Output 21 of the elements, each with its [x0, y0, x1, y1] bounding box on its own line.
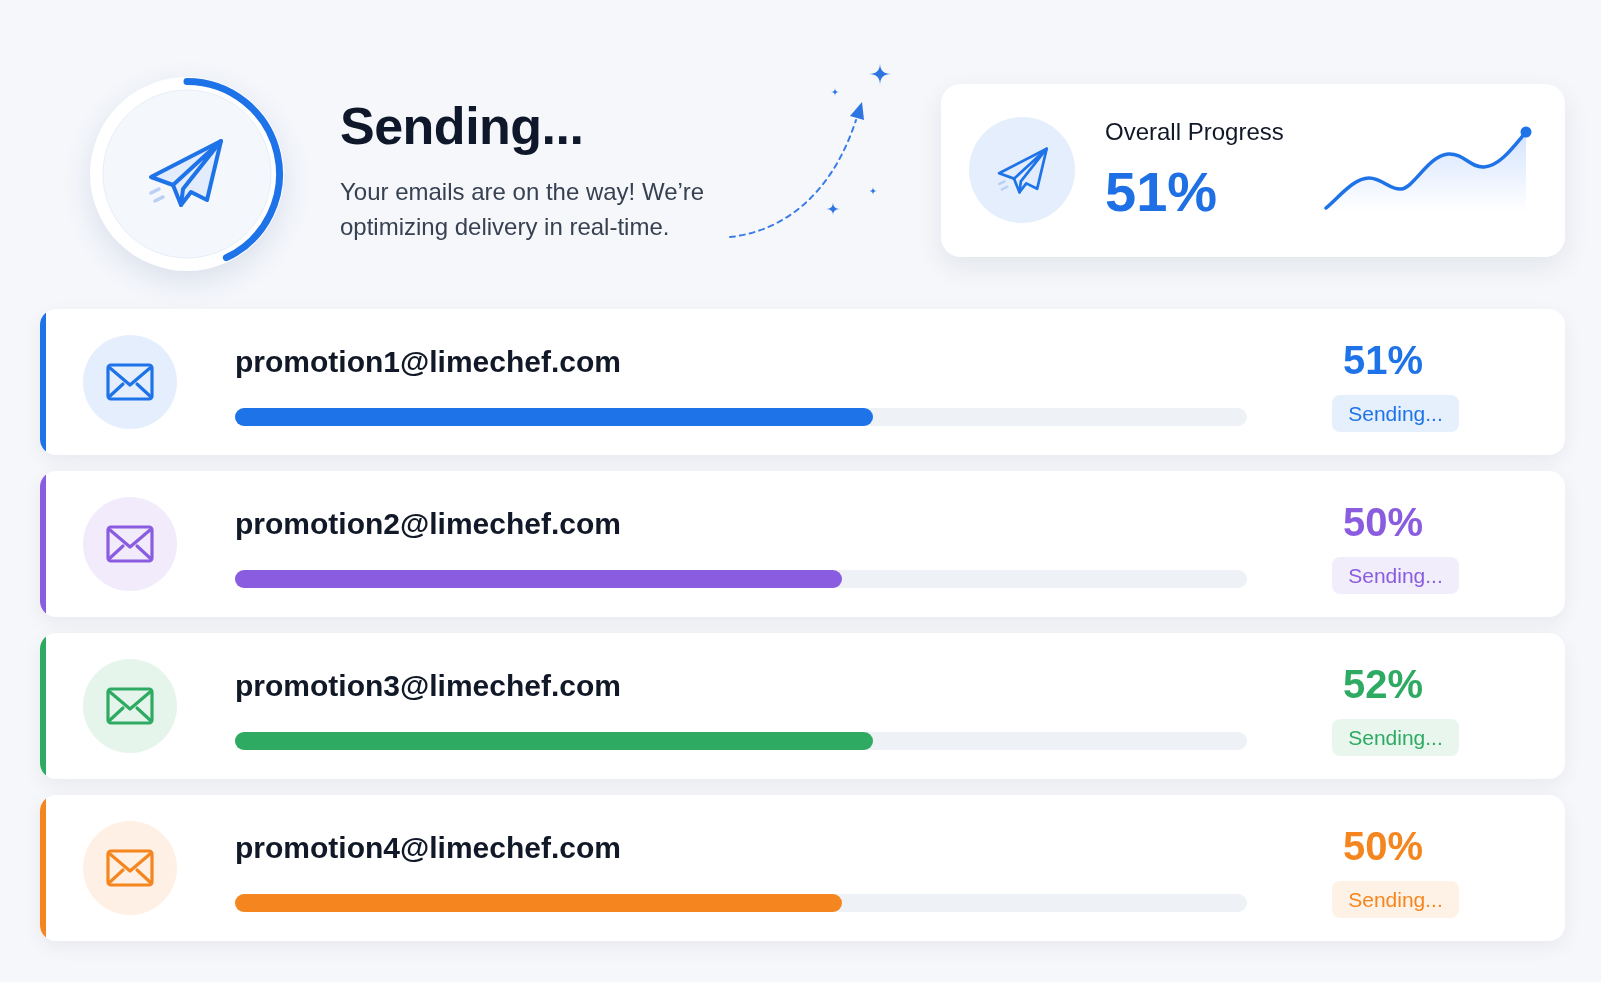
status-badge: Sending...: [1332, 719, 1459, 756]
envelope-icon: [83, 335, 177, 429]
progress-percent: 51%: [1342, 337, 1424, 383]
paper-plane-icon: [969, 117, 1075, 223]
email-address: promotion4@limechef.com: [235, 830, 622, 866]
email-address: promotion2@limechef.com: [235, 506, 622, 542]
progress-percent: 50%: [1342, 823, 1424, 869]
progress-percent: 52%: [1342, 661, 1424, 707]
progress-percent: 50%: [1342, 499, 1424, 545]
email-address: promotion3@limechef.com: [235, 668, 622, 704]
status-badge: Sending...: [1332, 557, 1459, 594]
envelope-icon: [83, 497, 177, 591]
subtitle: Your emails are on the way! We’re optimizing delivery in real-time.: [340, 177, 706, 242]
envelope-icon: [83, 821, 177, 915]
overall-progress-label: Overall Progress: [1105, 117, 1285, 147]
envelope-icon: [83, 659, 177, 753]
status-badge: Sending...: [1332, 395, 1459, 432]
status-badge: Sending...: [1332, 881, 1459, 918]
overall-progress-value: 51%: [1105, 162, 1219, 222]
heading: Sending...: [340, 96, 585, 156]
email-address: promotion1@limechef.com: [235, 344, 622, 380]
